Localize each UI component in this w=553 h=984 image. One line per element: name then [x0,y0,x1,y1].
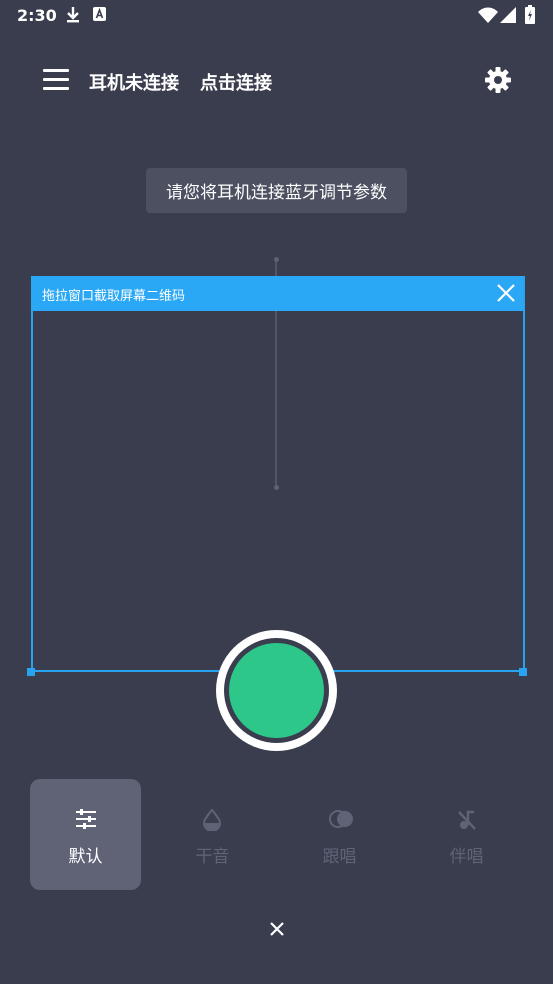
resize-handle-bottom-left[interactable] [27,668,35,676]
main-action-button-ring [224,638,329,743]
connection-status: 耳机未连接 [89,73,179,94]
status-time: 2:30 [17,6,57,25]
hamburger-icon [43,69,69,72]
connect-hint: 请您将耳机连接蓝牙调节参数 [146,168,407,213]
download-icon [65,6,81,28]
equalizer-icon [76,809,96,829]
mode-tab-dry[interactable]: 干音 [157,779,268,890]
mode-label: 干音 [195,847,230,867]
mode-label: 伴唱 [449,847,484,867]
wifi-icon [478,7,498,27]
battery-icon [525,5,535,28]
overlap-circles-icon [329,810,353,828]
close-icon [497,284,515,302]
capture-close-button[interactable] [495,282,517,304]
capture-title: 拖拉窗口截取屏幕二维码 [42,289,186,304]
main-action-button-core [229,643,324,738]
app-screen: 2:30 耳机未连接 点击连接 请您将耳机连接蓝牙调节参数 拖拉窗口截取屏幕二维… [0,0,553,984]
close-icon [270,922,284,936]
mode-label: 跟唱 [322,847,357,867]
music-note-off-icon [458,810,476,830]
menu-button[interactable] [43,66,69,94]
hamburger-icon-line [43,78,69,81]
connect-link[interactable]: 点击连接 [200,69,272,95]
gear-icon [485,67,511,93]
capture-title-bar[interactable]: 拖拉窗口截取屏幕二维码 [31,276,523,311]
dismiss-button[interactable] [266,918,288,940]
main-action-button[interactable] [216,630,337,751]
mode-tab-default[interactable]: 默认 [30,779,141,890]
resize-handle-bottom-right[interactable] [519,668,527,676]
status-bar: 2:30 [0,0,553,32]
mode-label: 默认 [68,847,103,867]
a-notification-icon [92,6,107,26]
hamburger-icon-line [43,87,69,90]
settings-button[interactable] [484,66,512,94]
signal-icon [500,7,516,27]
mode-tab-backing[interactable]: 伴唱 [411,779,522,890]
mode-tab-sing-along[interactable]: 跟唱 [284,779,395,890]
water-drop-icon [202,809,222,831]
slider-top-dot [274,257,279,262]
capture-window[interactable] [31,276,525,672]
